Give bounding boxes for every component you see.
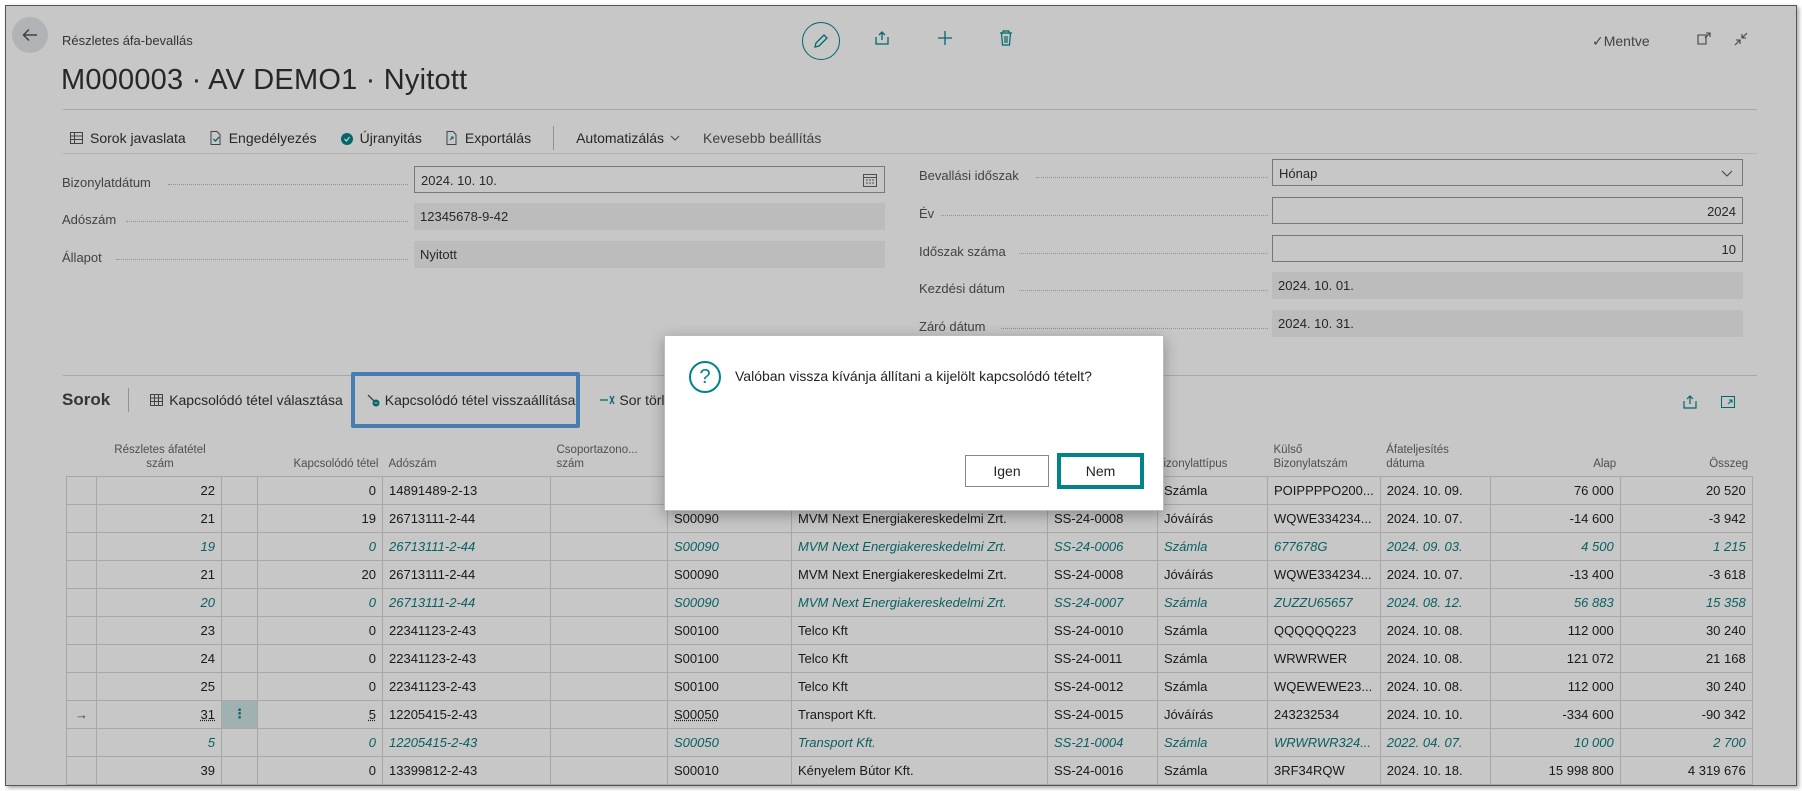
no-button[interactable]: Nem (1059, 455, 1142, 487)
page: Részletes áfa-bevallás M000003 · AV DEMO… (6, 6, 1796, 785)
yes-button[interactable]: Igen (965, 455, 1049, 487)
confirm-dialog: ? Valóban vissza kívánja állítani a kije… (664, 335, 1164, 511)
dialog-question: Valóban vissza kívánja állítani a kijelö… (735, 368, 1092, 384)
question-icon: ? (689, 361, 721, 393)
app-window: Részletes áfa-bevallás M000003 · AV DEMO… (5, 5, 1797, 786)
